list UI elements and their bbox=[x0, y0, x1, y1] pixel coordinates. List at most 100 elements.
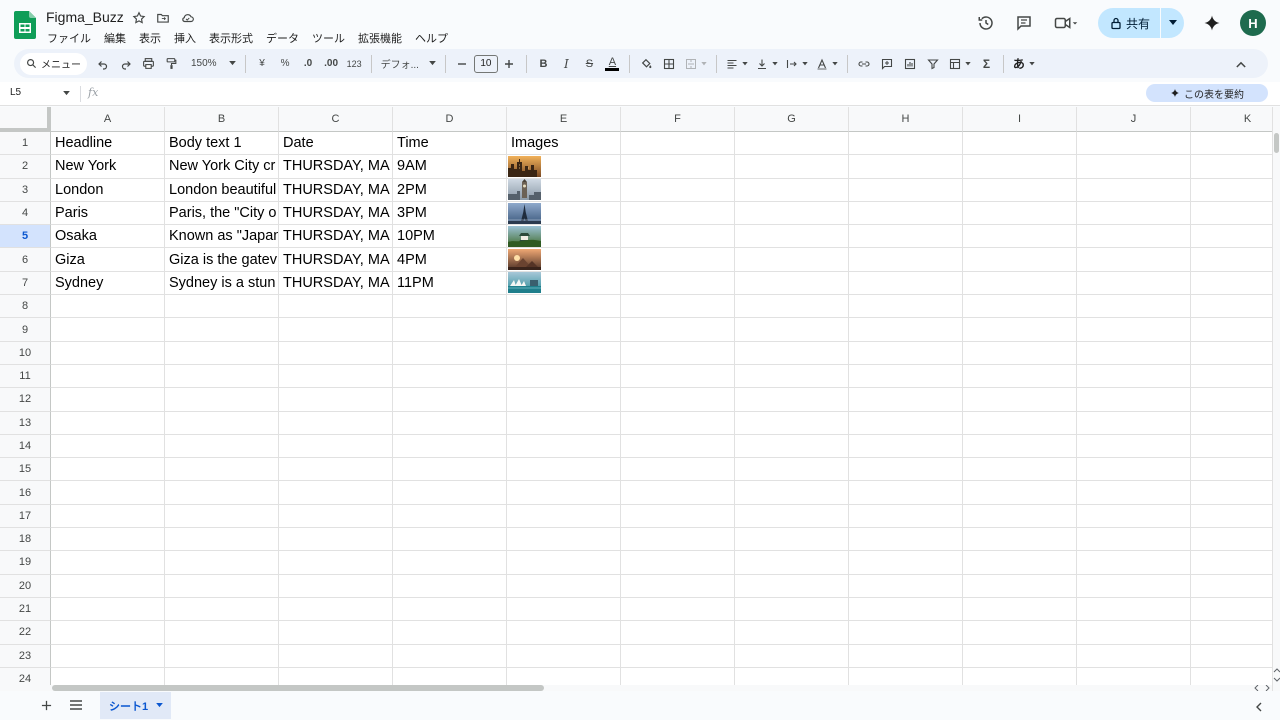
cell-h11[interactable] bbox=[849, 364, 963, 389]
cell-h12[interactable] bbox=[849, 388, 963, 412]
increase-decimal-button[interactable]: .00 bbox=[320, 52, 343, 76]
cell-f23[interactable] bbox=[621, 644, 735, 668]
cell-i2[interactable] bbox=[963, 155, 1077, 179]
cell-j11[interactable] bbox=[1077, 364, 1191, 389]
cell-e18[interactable] bbox=[507, 528, 621, 552]
cell-d18[interactable] bbox=[393, 528, 507, 552]
cell-f11[interactable] bbox=[621, 364, 735, 389]
cell-b17[interactable] bbox=[165, 504, 279, 529]
name-box[interactable]: L5 bbox=[10, 87, 70, 98]
cell-h23[interactable] bbox=[849, 644, 963, 668]
cell-d16[interactable] bbox=[393, 481, 507, 505]
cell-b22[interactable] bbox=[165, 621, 279, 645]
cell-b18[interactable] bbox=[165, 528, 279, 552]
column-header-k[interactable]: K bbox=[1191, 107, 1272, 132]
row-header-21[interactable]: 21 bbox=[0, 597, 51, 622]
cell-c1[interactable]: Date bbox=[279, 132, 393, 156]
share-options-button[interactable] bbox=[1160, 8, 1184, 38]
cell-i8[interactable] bbox=[963, 295, 1077, 319]
sydney-thumbnail[interactable] bbox=[508, 272, 541, 294]
cell-a11[interactable] bbox=[51, 364, 165, 389]
cell-f22[interactable] bbox=[621, 621, 735, 645]
cell-a5[interactable]: Osaka bbox=[51, 225, 165, 249]
new-york-thumbnail[interactable] bbox=[508, 155, 541, 177]
osaka-thumbnail[interactable] bbox=[508, 225, 541, 247]
cell-g24[interactable] bbox=[735, 667, 849, 685]
paris-thumbnail[interactable] bbox=[508, 202, 541, 224]
cell-e8[interactable] bbox=[507, 295, 621, 319]
cell-h8[interactable] bbox=[849, 295, 963, 319]
sheet-tab-1[interactable]: シート1 bbox=[100, 692, 172, 719]
cell-b9[interactable] bbox=[165, 318, 279, 342]
add-sheet-button[interactable] bbox=[36, 695, 56, 715]
cell-c11[interactable] bbox=[279, 364, 393, 389]
cell-a18[interactable] bbox=[51, 528, 165, 552]
cell-h7[interactable] bbox=[849, 271, 963, 296]
cell-h24[interactable] bbox=[849, 667, 963, 685]
cell-k22[interactable] bbox=[1191, 621, 1272, 645]
fill-color-button[interactable] bbox=[635, 52, 658, 76]
row-header-3[interactable]: 3 bbox=[0, 178, 51, 202]
insert-comment-button[interactable] bbox=[876, 52, 899, 76]
cell-c15[interactable] bbox=[279, 458, 393, 482]
cell-j23[interactable] bbox=[1077, 644, 1191, 668]
cell-f20[interactable] bbox=[621, 574, 735, 598]
input-tools-button[interactable]: あ bbox=[1009, 52, 1039, 76]
cell-d21[interactable] bbox=[393, 597, 507, 622]
vertical-scroll-arrows[interactable] bbox=[1273, 668, 1280, 685]
cell-i23[interactable] bbox=[963, 644, 1077, 668]
cell-k23[interactable] bbox=[1191, 645, 1272, 668]
share-button[interactable]: 共有 bbox=[1097, 8, 1184, 38]
cell-h3[interactable] bbox=[849, 178, 963, 202]
cell-d24[interactable] bbox=[393, 667, 507, 685]
cell-c13[interactable] bbox=[279, 411, 393, 435]
cell-b20[interactable] bbox=[165, 574, 279, 598]
cell-a20[interactable] bbox=[51, 574, 165, 598]
font-family-select[interactable]: デフォ... bbox=[377, 52, 440, 76]
merge-cells-button[interactable] bbox=[681, 52, 711, 76]
undo-button[interactable] bbox=[91, 52, 114, 76]
cell-k19[interactable] bbox=[1191, 551, 1272, 575]
cell-e24[interactable] bbox=[507, 667, 621, 685]
cell-k5[interactable] bbox=[1191, 225, 1272, 249]
cell-c10[interactable] bbox=[279, 341, 393, 365]
column-header-h[interactable]: H bbox=[849, 107, 963, 132]
cell-e9[interactable] bbox=[507, 318, 621, 342]
row-header-16[interactable]: 16 bbox=[0, 481, 51, 505]
row-header-11[interactable]: 11 bbox=[0, 364, 51, 389]
cell-b13[interactable] bbox=[165, 411, 279, 435]
column-header-c[interactable]: C bbox=[279, 107, 393, 132]
cell-e20[interactable] bbox=[507, 574, 621, 598]
cell-i20[interactable] bbox=[963, 574, 1077, 598]
cell-e12[interactable] bbox=[507, 388, 621, 412]
side-panel-toggle-button[interactable] bbox=[1254, 699, 1266, 712]
vertical-scrollbar[interactable] bbox=[1272, 107, 1280, 691]
row-header-5[interactable]: 5 bbox=[0, 225, 51, 249]
star-icon[interactable] bbox=[130, 9, 148, 27]
row-header-7[interactable]: 7 bbox=[0, 271, 51, 296]
increase-font-size-button[interactable] bbox=[498, 52, 521, 76]
cell-g6[interactable] bbox=[735, 248, 849, 272]
cell-e5[interactable] bbox=[507, 225, 621, 249]
cell-c16[interactable] bbox=[279, 481, 393, 505]
cell-f9[interactable] bbox=[621, 318, 735, 342]
cell-a3[interactable]: London bbox=[51, 178, 165, 202]
cell-f12[interactable] bbox=[621, 388, 735, 412]
menu-insert[interactable]: 挿入 bbox=[167, 28, 202, 48]
cell-j14[interactable] bbox=[1077, 434, 1191, 459]
strikethrough-button[interactable]: S bbox=[578, 52, 601, 76]
cell-k9[interactable] bbox=[1191, 318, 1272, 342]
row-header-17[interactable]: 17 bbox=[0, 504, 51, 529]
cell-g1[interactable] bbox=[735, 132, 849, 156]
horizontal-align-button[interactable] bbox=[722, 52, 752, 76]
cell-g3[interactable] bbox=[735, 178, 849, 202]
cell-f15[interactable] bbox=[621, 458, 735, 482]
cell-g22[interactable] bbox=[735, 621, 849, 645]
cell-h20[interactable] bbox=[849, 574, 963, 598]
cell-k16[interactable] bbox=[1191, 481, 1272, 505]
cell-e23[interactable] bbox=[507, 644, 621, 668]
cell-a24[interactable] bbox=[51, 667, 165, 685]
font-size-input[interactable]: 10 bbox=[473, 54, 498, 73]
cell-b16[interactable] bbox=[165, 481, 279, 505]
cell-h6[interactable] bbox=[849, 248, 963, 272]
